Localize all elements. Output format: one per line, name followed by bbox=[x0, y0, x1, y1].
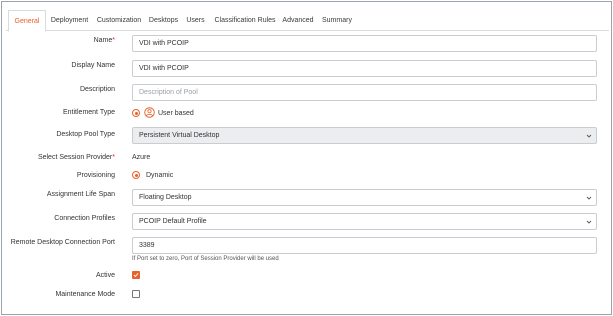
user-based-radio[interactable] bbox=[132, 109, 140, 117]
tab-classification-rules[interactable]: Classification Rules bbox=[212, 10, 278, 31]
desktop-pool-type-select[interactable]: Persistent Virtual Desktop bbox=[132, 127, 597, 144]
dynamic-label: Dynamic bbox=[146, 172, 174, 179]
rdp-port-hint: If Port set to zero, Port of Session Pro… bbox=[132, 256, 279, 262]
display-name-label: Display Name bbox=[71, 62, 115, 69]
chevron-down-icon bbox=[586, 196, 592, 200]
entitlement-type-label: Entitlement Type bbox=[62, 109, 115, 116]
display-name-field[interactable]: VDI with PCOIP bbox=[132, 60, 597, 77]
checkmark-icon bbox=[133, 273, 139, 278]
description-label: Description bbox=[79, 86, 115, 93]
tab-bar: General Deployment Customization Desktop… bbox=[6, 10, 609, 32]
session-provider-value: Azure bbox=[132, 154, 151, 161]
chevron-down-icon bbox=[586, 220, 592, 224]
name-field[interactable]: VDI with PCOIP bbox=[132, 35, 597, 52]
tab-users[interactable]: Users bbox=[183, 10, 208, 31]
connection-profiles-value: PCOIP Default Profile bbox=[139, 218, 207, 225]
active-label: Active bbox=[95, 272, 115, 279]
session-provider-label: Select Session Provider* bbox=[37, 154, 115, 161]
description-field[interactable]: Description of Pool bbox=[132, 84, 597, 101]
user-based-label: User based bbox=[158, 110, 194, 117]
assignment-life-span-label: Assignment Life Span bbox=[46, 191, 115, 198]
tab-customization[interactable]: Customization bbox=[93, 10, 145, 31]
maintenance-mode-label: Maintenance Mode bbox=[55, 291, 115, 298]
desktop-pool-type-label: Desktop Pool Type bbox=[56, 131, 115, 138]
tab-desktops[interactable]: Desktops bbox=[146, 10, 181, 31]
tab-deployment[interactable]: Deployment bbox=[47, 10, 92, 31]
required-mark: * bbox=[112, 37, 115, 44]
rdp-port-label: Remote Desktop Connection Port bbox=[10, 239, 115, 246]
desktop-pool-type-value: Persistent Virtual Desktop bbox=[139, 132, 220, 139]
tab-general[interactable]: General bbox=[8, 10, 46, 32]
pool-editor-panel: General Deployment Customization Desktop… bbox=[1, 1, 612, 315]
active-checkbox[interactable] bbox=[132, 271, 140, 279]
connection-profiles-label: Connection Profiles bbox=[54, 215, 115, 222]
rdp-port-field[interactable]: 3389 bbox=[132, 237, 597, 254]
dynamic-radio[interactable] bbox=[132, 171, 140, 179]
connection-profiles-select[interactable]: PCOIP Default Profile bbox=[132, 213, 597, 230]
assignment-life-span-select[interactable]: Floating Desktop bbox=[132, 189, 597, 206]
required-mark: * bbox=[112, 154, 115, 161]
tab-summary[interactable]: Summary bbox=[319, 10, 355, 31]
chevron-down-icon bbox=[586, 134, 592, 138]
name-label: Name* bbox=[93, 37, 115, 44]
tab-advanced[interactable]: Advanced bbox=[280, 10, 316, 31]
assignment-life-span-value: Floating Desktop bbox=[139, 194, 192, 201]
user-circle-icon bbox=[144, 107, 155, 118]
maintenance-mode-checkbox[interactable] bbox=[132, 290, 140, 298]
provisioning-label: Provisioning bbox=[76, 172, 115, 179]
